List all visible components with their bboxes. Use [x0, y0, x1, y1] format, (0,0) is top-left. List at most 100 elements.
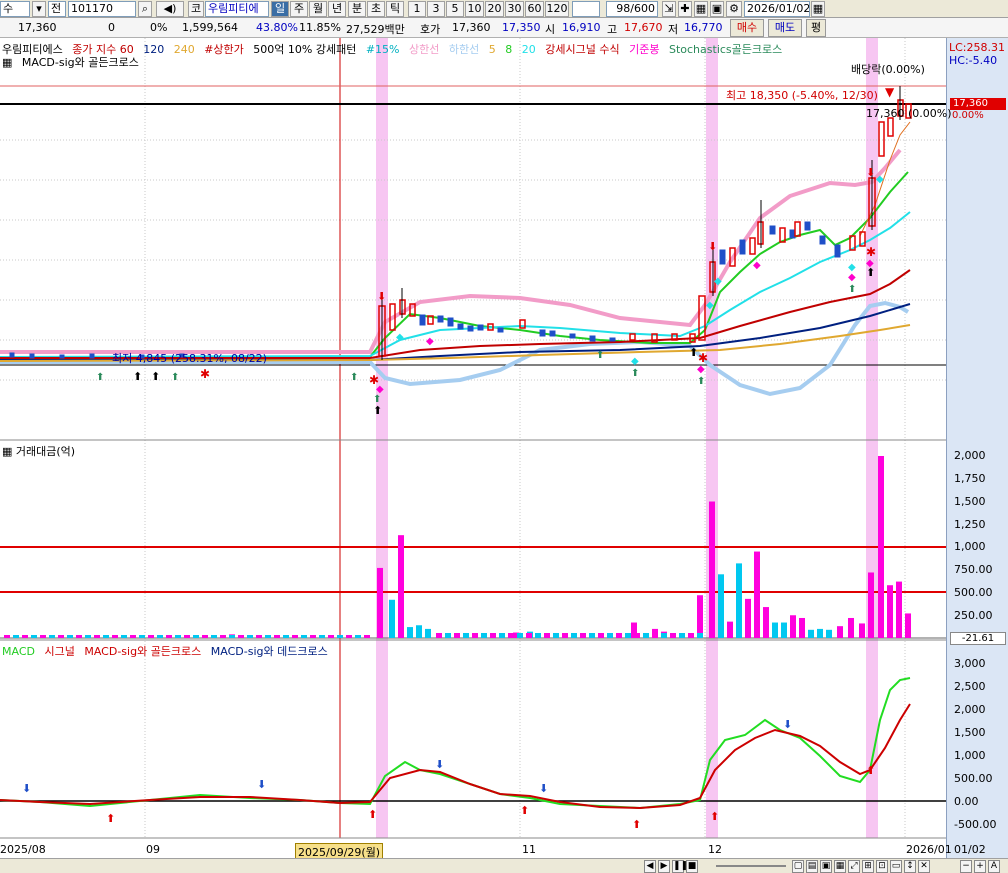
- period-minute-button[interactable]: 분: [348, 1, 366, 17]
- period-tick-button[interactable]: 틱: [386, 1, 404, 17]
- legend-ma5[interactable]: 5: [489, 43, 496, 56]
- scroll-track[interactable]: [716, 865, 786, 867]
- svg-text:⬆: ⬆: [171, 372, 179, 383]
- main-chart[interactable]: ⬆ ⬆ ◆ ✱ ⬇ ◆ ◆ ⬆ ⬆ ⬆ ⬆ ✱ ⬆ ⬆ ◆ ⬆ ⬆ ✱ ◆ ⬆ …: [0, 38, 946, 858]
- cursor-icon[interactable]: ↕: [904, 860, 916, 873]
- hc-label: HC:-5.40: [949, 54, 998, 67]
- sell-button[interactable]: 매도: [768, 19, 802, 37]
- volume-bar-small: [697, 633, 703, 638]
- legend-ma240[interactable]: 240: [174, 43, 195, 56]
- macd-ytick-500: 500.00: [954, 772, 993, 785]
- zoom-out-icon[interactable]: −: [960, 860, 972, 873]
- vol-ytick-1250: 1,250: [954, 518, 986, 531]
- interval-120-button[interactable]: 120: [545, 1, 569, 17]
- legend-strong-pattern[interactable]: 500억 10% 강세패턴: [253, 43, 356, 56]
- date-value: 2026/01/02: [747, 2, 810, 15]
- legend-stochastics[interactable]: Stochastics골든크로스: [669, 43, 782, 56]
- legend-strong-signal[interactable]: 강세시그널 수식: [545, 43, 619, 56]
- volume-bar-small: [454, 633, 460, 638]
- volume-bar-small: [274, 635, 280, 638]
- legend-limit-up[interactable]: #상한가: [204, 43, 244, 56]
- legend-lower[interactable]: 하한선: [449, 43, 479, 56]
- jeon-box[interactable]: 전: [48, 1, 66, 17]
- close-icon[interactable]: ✕: [918, 860, 930, 873]
- legend-macd-golden[interactable]: MACD-sig와 골든크로스: [22, 56, 139, 69]
- interval-20-button[interactable]: 20: [485, 1, 504, 17]
- interval-60-button[interactable]: 60: [525, 1, 544, 17]
- interval-5-button[interactable]: 5: [446, 1, 464, 17]
- pause-button[interactable]: ❚❚: [672, 860, 688, 873]
- legend-macd-dead-cross[interactable]: MACD-sig와 데드크로스: [211, 645, 328, 658]
- zoom-icon[interactable]: ✚: [678, 1, 692, 17]
- period-day-button[interactable]: 일: [271, 1, 289, 17]
- legend-ma20[interactable]: 20: [522, 43, 536, 56]
- period-second-button[interactable]: 초: [367, 1, 385, 17]
- legend-signal[interactable]: 시그널: [44, 645, 74, 658]
- text-tool-icon[interactable]: A: [988, 860, 1000, 873]
- expand-icon[interactable]: ⤢: [848, 860, 860, 873]
- scroll-left-button[interactable]: ◀: [644, 860, 656, 873]
- zoom-in-icon[interactable]: +: [974, 860, 986, 873]
- legend-upper[interactable]: 상한선: [409, 43, 439, 56]
- period-week-button[interactable]: 주: [290, 1, 308, 17]
- legend-base-candle[interactable]: 기준봉: [629, 43, 659, 56]
- save-icon[interactable]: ▣: [710, 1, 724, 17]
- calendar-icon[interactable]: ▦: [811, 1, 825, 17]
- dividend-annotation: 배당락(0.00%): [851, 63, 925, 76]
- svg-text:◆: ◆: [396, 332, 404, 343]
- crop-icon[interactable]: ▭: [890, 860, 902, 873]
- sound-icon[interactable]: ◀): [156, 1, 184, 17]
- code-input[interactable]: 101170: [68, 1, 136, 17]
- count-input[interactable]: 98/600: [606, 1, 658, 17]
- eval-button[interactable]: 평: [806, 19, 826, 37]
- legend-macd[interactable]: MACD: [2, 645, 35, 658]
- interval-10-button[interactable]: 10: [465, 1, 484, 17]
- grid-toggle-icon[interactable]: ⊞: [862, 860, 874, 873]
- quote-amount: 27,529백만: [346, 23, 405, 36]
- code-type-button[interactable]: 코: [188, 1, 204, 17]
- svg-text:◆: ◆: [848, 272, 856, 283]
- interval-3-button[interactable]: 3: [427, 1, 445, 17]
- interval-custom-input[interactable]: [572, 1, 600, 17]
- volume-bar-small: [148, 635, 154, 638]
- settings-icon[interactable]: ⚙: [726, 1, 742, 17]
- volume-bar: [878, 456, 884, 638]
- stock-name-field[interactable]: 우림피티에: [205, 1, 269, 17]
- period-year-button[interactable]: 년: [328, 1, 346, 17]
- buy-button[interactable]: 매수: [730, 19, 764, 37]
- market-select[interactable]: 수: [0, 1, 30, 17]
- legend-ma8[interactable]: 8: [505, 43, 512, 56]
- svg-text:◆: ◆: [753, 260, 761, 271]
- volume-bar-small: [238, 635, 244, 638]
- market-dropdown-button[interactable]: ▾: [32, 1, 46, 17]
- interval-30-button[interactable]: 30: [505, 1, 524, 17]
- svg-text:⬆: ⬆: [697, 376, 705, 387]
- fit-icon[interactable]: ⇲: [662, 1, 676, 17]
- legend-ma120[interactable]: 120: [143, 43, 164, 56]
- interval-1-button[interactable]: 1: [408, 1, 426, 17]
- split-icon[interactable]: ▤: [806, 860, 818, 873]
- lock-icon[interactable]: ⊡: [876, 860, 888, 873]
- vol-ytick-2000: 2,000: [954, 449, 986, 462]
- legend-macd-golden-cross[interactable]: MACD-sig와 골든크로스: [84, 645, 201, 658]
- layout-icon[interactable]: ▢: [792, 860, 804, 873]
- volume-bar-small: [103, 635, 109, 638]
- period-month-button[interactable]: 월: [309, 1, 327, 17]
- volume-bar-small: [652, 633, 658, 638]
- legend-grid-icon: ▦: [2, 56, 13, 69]
- legend-15pct[interactable]: #15%: [366, 43, 400, 56]
- window-icon[interactable]: ▣: [820, 860, 832, 873]
- quote-pct2: 11.85%: [299, 21, 341, 34]
- volume-title[interactable]: 거래대금(억): [16, 445, 75, 458]
- tile-icon[interactable]: ▦: [834, 860, 846, 873]
- date-input[interactable]: 2026/01/02: [744, 1, 810, 17]
- volume-bar: [389, 599, 395, 638]
- volume-bar-small: [535, 633, 541, 638]
- scroll-right-button[interactable]: ▶: [658, 860, 670, 873]
- search-icon[interactable]: ⌕: [138, 1, 152, 17]
- quote-open: 16,910: [562, 21, 601, 34]
- stop-button[interactable]: ■: [686, 860, 698, 873]
- volume-bar-small: [526, 633, 532, 638]
- grid-icon[interactable]: ▦: [694, 1, 708, 17]
- xtick-12: 12: [708, 843, 722, 856]
